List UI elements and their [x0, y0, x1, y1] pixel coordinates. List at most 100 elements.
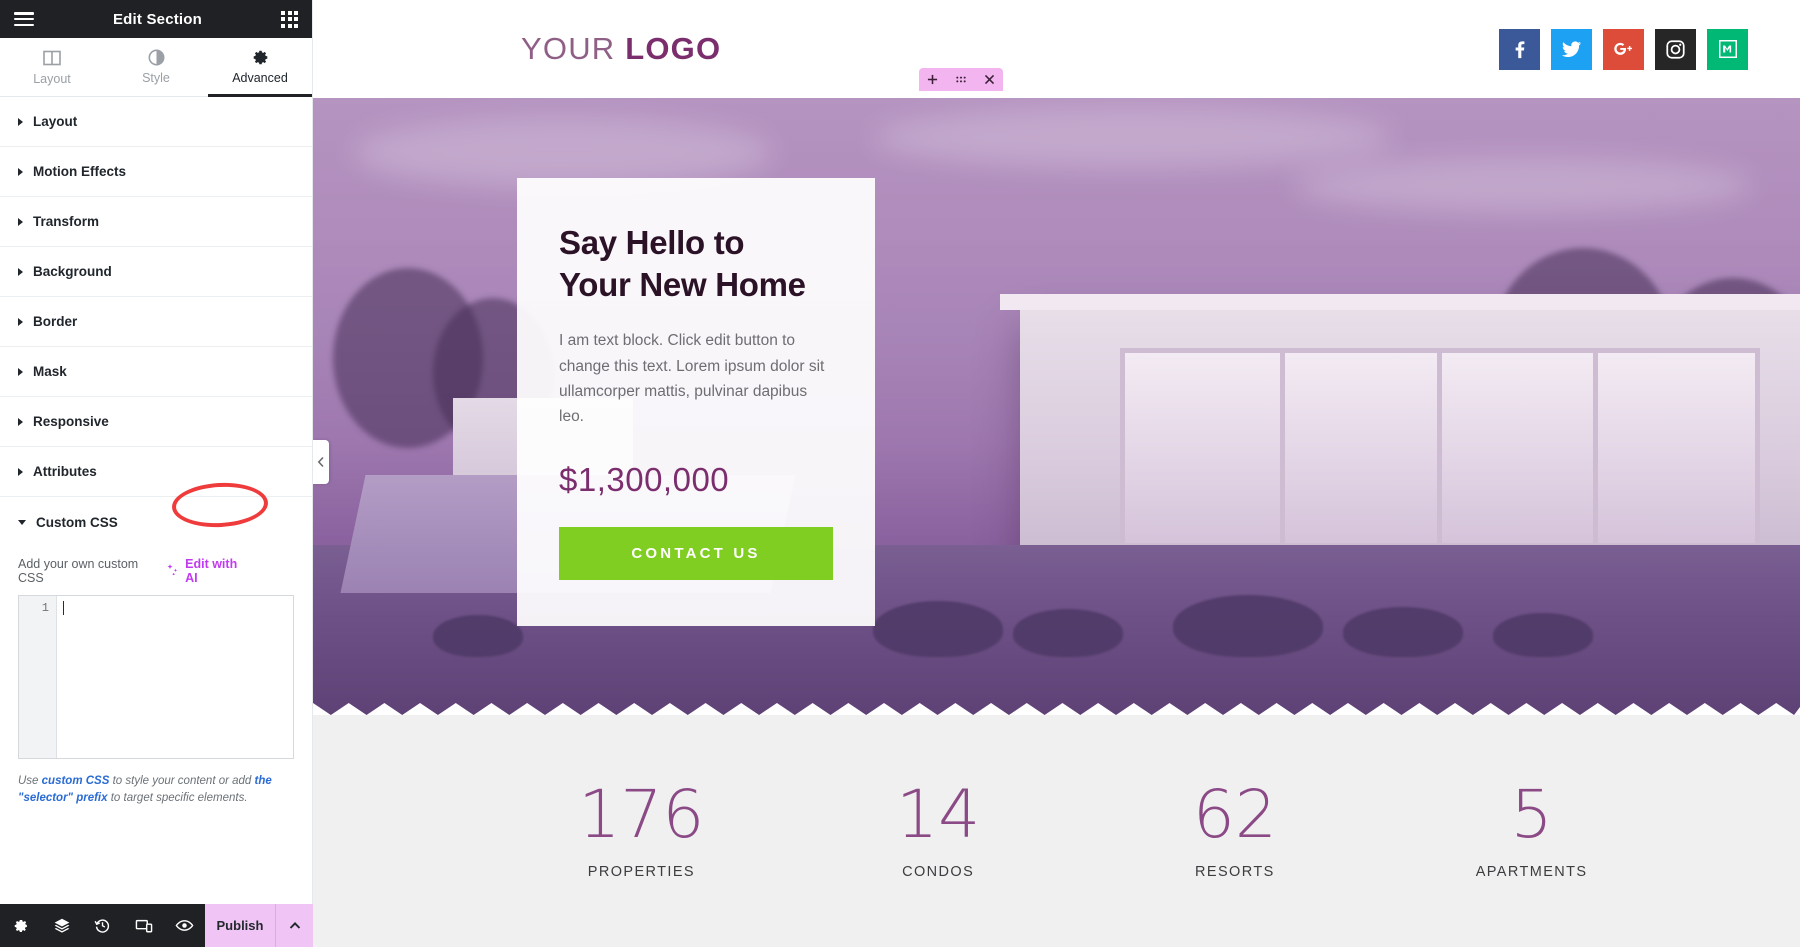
editor-text-area[interactable] — [57, 596, 293, 758]
section-mask[interactable]: Mask — [0, 347, 312, 397]
panel-header: Edit Section — [0, 0, 312, 38]
history-revisions-icon[interactable] — [82, 904, 123, 947]
tab-style[interactable]: Style — [104, 38, 208, 96]
footer-icon-group — [0, 904, 205, 947]
text-caret — [63, 601, 64, 615]
section-background[interactable]: Background — [0, 247, 312, 297]
section-motion-effects[interactable]: Motion Effects — [0, 147, 312, 197]
contact-us-button[interactable]: CONTACT US — [559, 526, 833, 580]
publish-button[interactable]: Publish — [205, 904, 275, 947]
section-layout-label: Layout — [33, 114, 78, 129]
section-motion-effects-label: Motion Effects — [33, 164, 126, 179]
chevron-right-icon — [18, 467, 23, 476]
site-header: YOUR LOGO — [313, 0, 1800, 98]
hint-part-1: Use — [18, 775, 42, 787]
stat-label: PROPERTIES — [587, 864, 695, 880]
stats-section: 176 PROPERTIES 14 CONDOS 62 RESORTS 5 AP… — [313, 715, 1800, 947]
chevron-up-icon[interactable] — [275, 904, 313, 947]
medium-icon[interactable] — [1707, 28, 1748, 70]
edit-with-ai-label: Edit with AI — [185, 557, 238, 585]
contrast-circle-icon — [148, 49, 165, 66]
section-mask-label: Mask — [33, 364, 67, 379]
page-canvas: YOUR LOGO Say Hello to Your New Home I a… — [313, 0, 1800, 947]
custom-css-body: Add your own custom CSS Edit with AI 1 U… — [0, 547, 312, 808]
shrub-decor — [873, 601, 1003, 657]
section-border[interactable]: Border — [0, 297, 312, 347]
section-responsive[interactable]: Responsive — [0, 397, 312, 447]
plus-icon[interactable] — [927, 74, 938, 85]
house-roof — [1000, 294, 1800, 310]
stat-number: 176 — [578, 776, 705, 853]
editor-sidebar: Edit Section Layout Style Advanced Layou… — [0, 0, 313, 947]
section-responsive-label: Responsive — [33, 414, 109, 429]
section-custom-css[interactable]: Custom CSS — [0, 497, 312, 547]
social-icon-bar — [1499, 28, 1748, 70]
settings-gear-icon[interactable] — [0, 904, 41, 947]
hint-part-2: to style your content or add — [109, 775, 255, 787]
hero-content-card: Say Hello to Your New Home I am text blo… — [517, 178, 875, 626]
editor-line-number: 1 — [19, 596, 57, 758]
tab-layout[interactable]: Layout — [0, 38, 104, 96]
stat-number: 5 — [1510, 776, 1553, 853]
shrub-decor — [1173, 595, 1323, 657]
section-background-label: Background — [33, 264, 112, 279]
house-glass-facade — [1120, 348, 1760, 548]
site-logo[interactable]: YOUR LOGO — [521, 31, 721, 67]
stat-number: 14 — [896, 776, 981, 853]
hint-link-custom-css[interactable]: custom CSS — [42, 775, 110, 787]
shrub-decor — [433, 615, 523, 657]
facebook-icon[interactable] — [1499, 28, 1540, 70]
hero-section: Say Hello to Your New Home I am text blo… — [313, 98, 1800, 715]
section-transform[interactable]: Transform — [0, 197, 312, 247]
panel-collapse-toggle[interactable] — [313, 440, 329, 484]
editor-root: Edit Section Layout Style Advanced Layou… — [0, 0, 1800, 947]
custom-css-hint: Use custom CSS to style your content or … — [18, 759, 294, 808]
stat-label: RESORTS — [1195, 864, 1275, 880]
responsive-mode-icon[interactable] — [123, 904, 164, 947]
section-attributes-label: Attributes — [33, 464, 97, 479]
instagram-icon[interactable] — [1655, 28, 1696, 70]
chevron-right-icon — [18, 217, 23, 226]
google-plus-icon[interactable] — [1603, 28, 1644, 70]
twitter-icon[interactable] — [1551, 28, 1592, 70]
hero-heading-line-2: Your New Home — [559, 266, 806, 304]
chevron-right-icon — [18, 367, 23, 376]
tab-advanced[interactable]: Advanced — [208, 38, 312, 97]
edit-with-ai-button[interactable]: Edit with AI — [166, 557, 252, 585]
shrub-decor — [1343, 607, 1463, 657]
custom-css-editor[interactable]: 1 — [18, 595, 294, 759]
grid-apps-icon[interactable] — [281, 10, 298, 28]
hero-paragraph: I am text block. Click edit button to ch… — [559, 332, 825, 425]
custom-css-field-row: Add your own custom CSS Edit with AI — [18, 551, 294, 595]
drag-dots-icon[interactable] — [955, 74, 967, 85]
hero-heading: Say Hello to Your New Home — [559, 222, 833, 306]
section-handle-toolbar[interactable] — [919, 68, 1003, 91]
stat-number: 62 — [1192, 776, 1277, 853]
close-x-icon[interactable] — [984, 74, 995, 85]
section-custom-css-label: Custom CSS — [36, 514, 118, 530]
custom-css-field-label: Add your own custom CSS — [18, 557, 139, 585]
cloud-decor — [1293, 158, 1753, 213]
ai-sparkle-icon — [166, 563, 179, 579]
hero-price: $1,300,000 — [559, 460, 730, 498]
section-layout[interactable]: Layout — [0, 97, 312, 147]
section-transform-label: Transform — [33, 214, 100, 229]
shrub-decor — [1493, 613, 1593, 657]
tab-style-label: Style — [142, 71, 170, 86]
cloud-decor — [873, 108, 1393, 168]
chevron-right-icon — [18, 117, 23, 126]
navigator-layers-icon[interactable] — [41, 904, 82, 947]
hamburger-icon[interactable] — [14, 12, 34, 26]
tab-advanced-label: Advanced — [232, 71, 288, 86]
gear-icon — [252, 49, 269, 66]
tab-layout-label: Layout — [33, 71, 71, 86]
advanced-sections-list: Layout Motion Effects Transform Backgrou… — [0, 97, 312, 904]
stat-label: CONDOS — [902, 864, 975, 880]
stat-item: 176 PROPERTIES — [493, 776, 790, 881]
stat-item: 62 RESORTS — [1087, 776, 1384, 881]
stat-item: 14 CONDOS — [790, 776, 1087, 881]
preview-eye-icon[interactable] — [164, 904, 205, 947]
section-attributes[interactable]: Attributes — [0, 447, 312, 497]
panel-tabs: Layout Style Advanced — [0, 38, 312, 97]
chevron-right-icon — [18, 417, 23, 426]
